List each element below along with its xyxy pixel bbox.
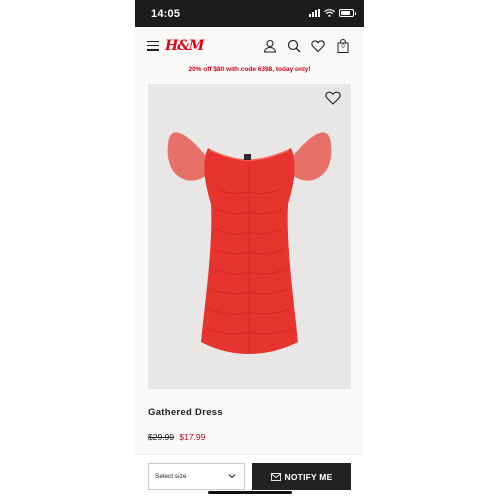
status-icons — [309, 9, 356, 17]
product-prices: $29.99 $17.99 — [148, 432, 205, 442]
status-bar: 14:05 — [135, 0, 364, 27]
chevron-down-icon — [228, 474, 236, 479]
product-name: Gathered Dress — [148, 407, 223, 418]
cellular-signal-icon — [309, 9, 320, 17]
wifi-icon — [324, 9, 335, 17]
account-icon[interactable] — [263, 39, 277, 53]
sale-price: $17.99 — [179, 432, 206, 442]
mail-icon — [270, 472, 281, 481]
cart-button[interactable]: 0 — [337, 39, 349, 53]
promo-banner[interactable]: 20% off $80 with code 6398, today only! — [135, 66, 364, 78]
notify-me-button[interactable]: NOTIFY ME — [252, 463, 351, 490]
app-header: H&M 0 — [135, 27, 364, 65]
size-select-label: Select size — [155, 473, 187, 480]
cart-count: 0 — [341, 44, 345, 50]
notify-me-label: NOTIFY ME — [284, 471, 333, 482]
dress-illustration — [167, 132, 332, 354]
favorites-icon[interactable] — [311, 39, 325, 53]
phone-screen: 14:05 H&M 0 20% off $80 with code 6398, … — [135, 0, 364, 499]
old-price: $29.99 — [148, 432, 174, 442]
product-image[interactable] — [148, 84, 351, 389]
wishlist-heart-icon[interactable] — [325, 90, 341, 106]
size-select[interactable]: Select size — [148, 463, 245, 490]
home-indicator[interactable] — [208, 491, 292, 494]
battery-icon — [339, 9, 356, 17]
search-icon[interactable] — [287, 39, 301, 53]
menu-icon[interactable] — [147, 41, 159, 51]
hm-logo[interactable]: H&M — [165, 38, 204, 54]
status-time: 14:05 — [151, 8, 181, 20]
